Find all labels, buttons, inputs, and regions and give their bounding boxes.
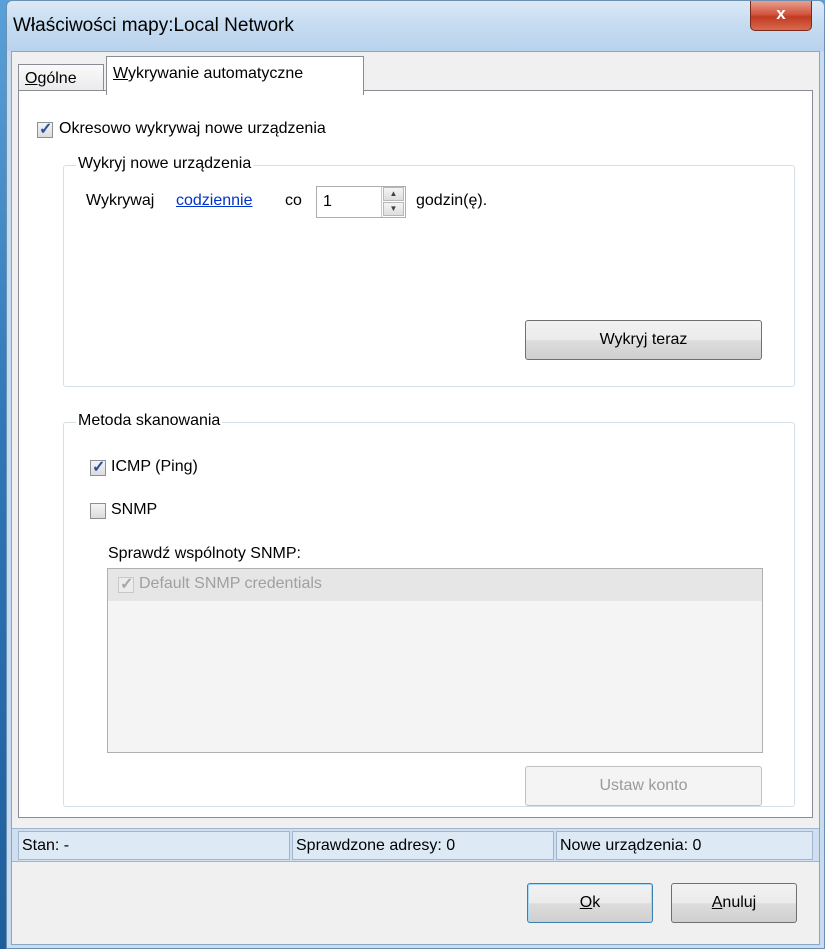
tab-auto-discovery[interactable]: Wykrywanie automatyczne [106,56,364,95]
periodic-discovery-checkbox[interactable] [37,119,53,139]
ok-mnemonic: O [579,894,593,911]
frequency-link[interactable]: codziennie [176,192,253,210]
status-bar: Stan: - Sprawdzone adresy: 0 Nowe urządz… [12,828,819,862]
cancel-mnemonic: A [711,894,723,911]
list-item[interactable]: Default SNMP credentials [108,569,762,601]
status-checked-addresses: Sprawdzone adresy: 0 [292,831,554,860]
snmp-communities-label: Sprawdź wspólnoty SNMP: [108,545,301,562]
discover-group-title: Wykryj nowe urządzenia [76,155,254,173]
interval-unit-label: godzin(ę). [416,192,488,209]
close-button[interactable]: x [750,1,812,31]
community-label: Default SNMP credentials [139,575,322,592]
discover-prefix-label: Wykrywaj [86,192,155,209]
title-bar[interactable]: Właściwości mapy:Local Network x [7,1,824,51]
icmp-label[interactable]: ICMP (Ping) [111,458,198,476]
co-label: co [285,192,302,209]
periodic-discovery-label[interactable]: Okresowo wykrywaj nowe urządzenia [59,120,326,138]
discover-now-button[interactable]: Wykryj teraz [525,320,762,360]
spin-down-icon[interactable]: ▼ [383,202,404,216]
scan-group-title: Metoda skanowania [76,412,223,430]
ok-label: k [592,894,601,911]
status-new-devices: Nowe urządzenia: 0 [556,831,813,860]
close-icon: x [776,4,786,23]
cancel-button[interactable]: Anuluj [671,883,797,923]
status-state: Stan: - [18,831,290,860]
snmp-communities-list[interactable]: Default SNMP credentials [107,568,763,753]
spinner-buttons: ▲ ▼ [381,187,405,217]
auto-discovery-panel: Okresowo wykrywaj nowe urządzenia Wykryj… [18,90,813,818]
tab-auto-discovery-mnemonic: W [113,65,128,82]
community-checkbox[interactable] [118,574,134,594]
scan-method-group: Metoda skanowania ICMP (Ping) SNMP Spraw… [63,412,795,807]
interval-spinner[interactable]: 1 ▲ ▼ [316,186,406,218]
dialog-client-area: Ogólne Wykrywanie automatyczne Okresowo … [11,51,820,945]
interval-value[interactable]: 1 [323,193,332,211]
discover-new-devices-group: Wykryj nowe urządzenia Wykrywaj codzienn… [63,155,795,387]
snmp-checkbox[interactable] [90,503,106,519]
icmp-checkbox[interactable] [90,457,106,477]
tab-auto-discovery-label: ykrywanie automatyczne [127,65,304,82]
snmp-label[interactable]: SNMP [111,501,157,519]
ok-button[interactable]: Ok [527,883,653,923]
properties-dialog: Właściwości mapy:Local Network x Ogólne … [6,0,825,949]
window-title: Właściwości mapy:Local Network [13,15,294,36]
spin-up-icon[interactable]: ▲ [383,187,404,201]
cancel-label: nuluj [722,894,757,911]
tab-general-mnemonic: O [25,70,38,87]
tab-general-label: gólne [37,70,77,87]
set-account-button[interactable]: Ustaw konto [525,766,762,806]
